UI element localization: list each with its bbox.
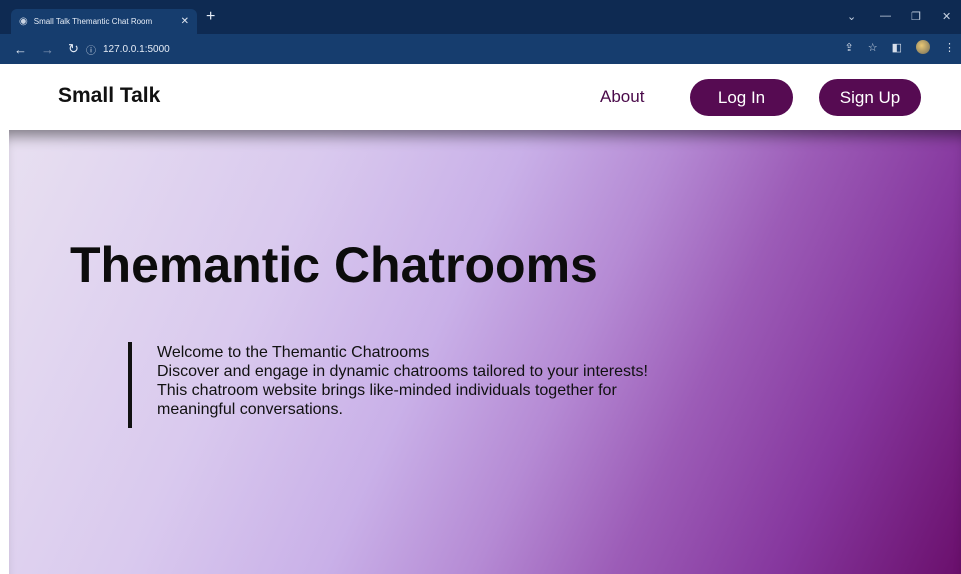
globe-icon: ◉ [19,16,28,27]
browser-tab-strip: ◉ Small Talk Themantic Chat Room ✕ + ⌄ —… [0,0,961,34]
hero-line: This chatroom website brings like-minded… [157,382,617,399]
side-panel-icon[interactable]: ◧ [892,41,902,54]
reload-icon[interactable]: ↻ [68,41,79,57]
bookmark-star-icon[interactable]: ☆ [868,41,878,54]
menu-dots-icon[interactable]: ⋮ [944,41,955,54]
close-icon[interactable]: ✕ [181,16,189,27]
url-text: 127.0.0.1:5000 [103,43,170,55]
hero-line: Discover and engage in dynamic chatrooms… [157,363,648,380]
nav-about-link[interactable]: About [600,87,644,107]
login-button[interactable]: Log In [690,79,793,116]
browser-tab[interactable]: ◉ Small Talk Themantic Chat Room ✕ [11,9,197,34]
quote-divider [128,342,132,428]
hero-section: Themantic Chatrooms Welcome to the Thema… [9,130,961,574]
hero-line: meaningful conversations. [157,401,343,418]
info-icon[interactable]: ⓘ [86,42,96,57]
share-icon[interactable]: ⇪ [845,41,854,54]
address-bar[interactable]: ⓘ 127.0.0.1:5000 [86,38,838,60]
browser-toolbar: ← → ↻ ⓘ 127.0.0.1:5000 ⇪ ☆ ◧ ⋮ [0,34,961,64]
tab-title: Small Talk Themantic Chat Room [33,17,153,26]
chevron-down-icon[interactable]: ⌄ [847,10,856,23]
window-close-icon[interactable]: ✕ [942,10,951,23]
signup-button[interactable]: Sign Up [819,79,921,116]
forward-icon[interactable]: → [41,42,54,57]
new-tab-button[interactable]: + [206,8,215,26]
hero-line: Welcome to the Themantic Chatrooms [157,344,430,361]
profile-avatar[interactable] [916,40,930,54]
back-icon[interactable]: ← [14,42,27,57]
hero-title: Themantic Chatrooms [70,237,598,293]
toolbar-icons: ⇪ ☆ ◧ ⋮ [845,40,955,54]
restore-icon[interactable]: ❐ [911,10,921,23]
site-header: Small Talk About Log In Sign Up [0,64,961,130]
hero-description: Welcome to the Themantic Chatrooms Disco… [157,343,777,419]
minimize-icon[interactable]: — [880,10,891,22]
site-brand[interactable]: Small Talk [58,84,160,108]
